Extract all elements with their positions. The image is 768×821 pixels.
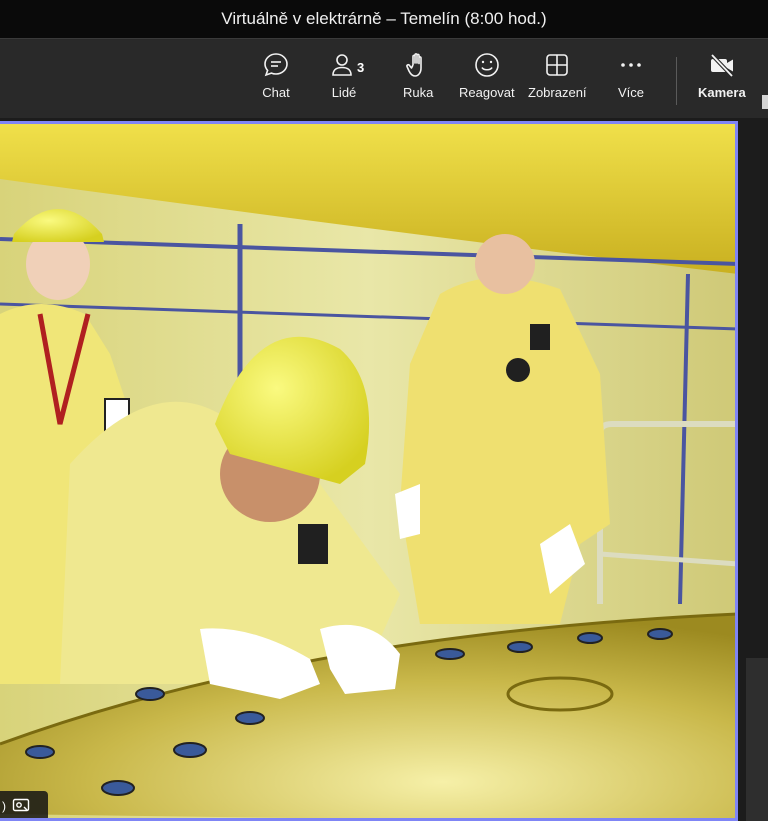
video-scene-image [0,124,735,818]
react-button[interactable]: Reagovat [459,51,515,100]
video-overlay-controls: ) [0,791,48,818]
raise-hand-button[interactable]: Ruka [403,51,433,100]
grid-view-icon [546,54,569,76]
view-button[interactable]: Zobrazení [528,51,587,100]
raise-hand-label: Ruka [403,85,434,100]
chat-icon [264,53,288,77]
chat-label: Chat [262,85,290,100]
window-title-bar: Virtuálně v elektrárně – Temelín (8:00 h… [0,0,768,38]
scrollbar[interactable] [746,658,768,821]
meeting-toolbar: Chat 3 Lidé Ruka Reagovat Zobrazení Více… [0,38,768,119]
camera-label: Kamera [698,85,746,100]
view-label: Zobrazení [528,85,587,100]
people-label: Lidé [331,85,357,100]
hand-icon [406,53,422,77]
camera-button[interactable]: Kamera [698,51,746,100]
people-count-badge: 3 [357,60,365,75]
people-button[interactable]: 3 Lidé [330,51,364,100]
mic-button-partial[interactable] [762,95,768,109]
meeting-stage: ) [0,118,768,821]
toolbar-divider [676,57,677,105]
more-label: Více [617,85,644,100]
more-button[interactable]: Více [617,51,645,100]
audio-indicator-icon: ) [2,799,6,813]
more-dots-icon [621,63,641,67]
meeting-title: Virtuálně v elektrárně – Temelín (8:00 h… [221,9,547,28]
chat-button[interactable]: Chat [262,51,290,100]
camera-off-icon [710,53,734,78]
video-feed[interactable]: ) [0,121,738,821]
people-icon [332,54,352,76]
smiley-icon [475,53,499,77]
react-label: Reagovat [459,85,515,100]
screen-share-icon[interactable] [12,798,30,814]
